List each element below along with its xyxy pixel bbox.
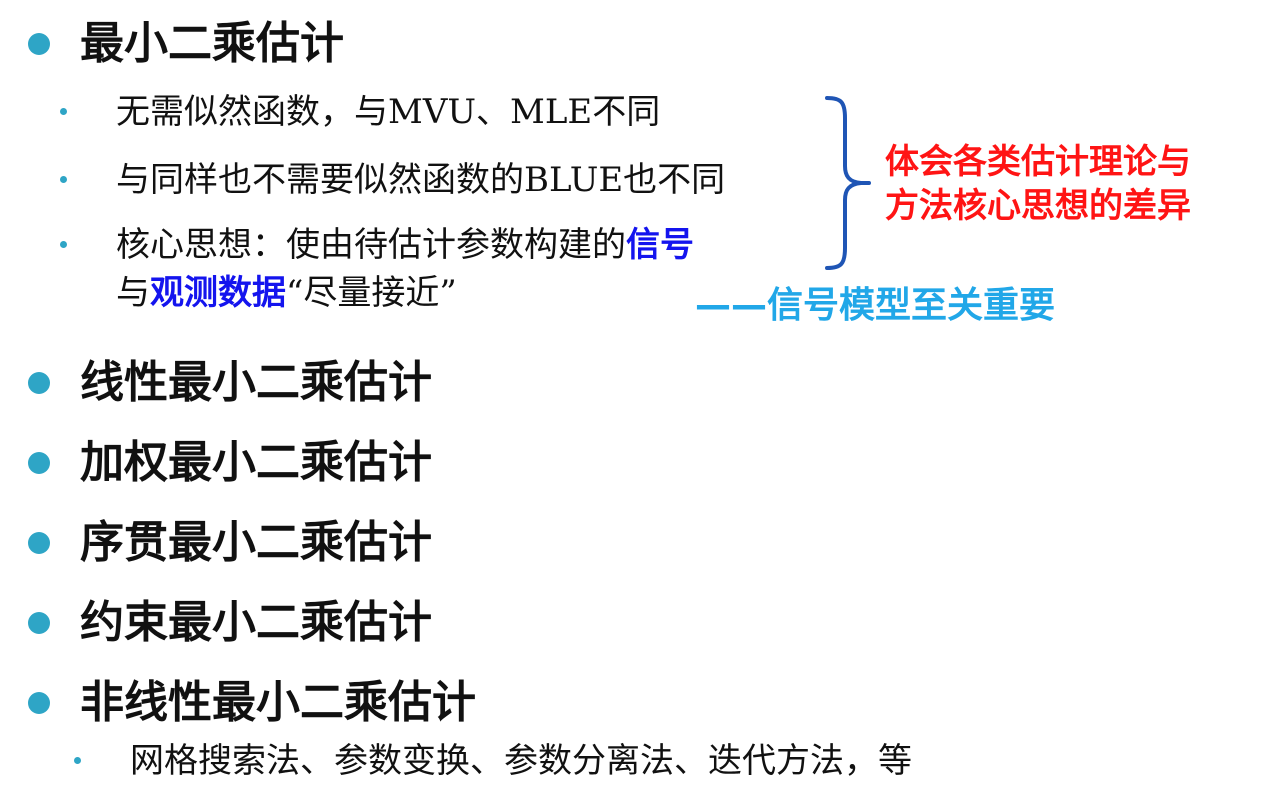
main-item-label: 非线性最小二乘估计 xyxy=(80,677,476,728)
bullet-icon xyxy=(28,452,50,474)
main-item-label: 序贯最小二乘估计 xyxy=(80,517,432,568)
main-item-linear-least-squares: 线性最小二乘估计 xyxy=(28,356,432,410)
sub-item-core-idea: 核心思想：使由待估计参数构建的信号 与观测数据“尽量接近” xyxy=(60,221,694,317)
core-idea-second-line: 与观测数据“尽量接近” xyxy=(116,269,694,317)
core-idea-prefix: 核心思想：使由待估计参数构建的 xyxy=(116,225,626,265)
difference-note-line-1: 体会各类估计理论与 xyxy=(885,142,1191,182)
sub-item-label: 无需似然函数，与MVU、MLE不同 xyxy=(116,92,661,132)
bullet-icon xyxy=(28,692,50,714)
sub-item-no-likelihood: 无需似然函数，与MVU、MLE不同 xyxy=(60,88,660,136)
bullet-icon xyxy=(60,108,67,115)
bullet-icon xyxy=(28,532,50,554)
main-item-least-squares: 最小二乘估计 xyxy=(28,17,344,71)
difference-note-line-2: 方法核心思想的差异 xyxy=(885,186,1191,226)
sub-item-blue-difference: 与同样也不需要似然函数的BLUE也不同 xyxy=(60,156,725,204)
curly-brace-icon xyxy=(825,96,871,270)
main-item-label: 最小二乘估计 xyxy=(80,18,344,69)
main-item-constrained-least-squares: 约束最小二乘估计 xyxy=(28,596,432,650)
bullet-icon xyxy=(28,612,50,634)
core-idea-suffix: “尽量接近” xyxy=(286,273,457,313)
main-item-sequential-least-squares: 序贯最小二乘估计 xyxy=(28,516,432,570)
sub-item-nonlinear-methods: 网格搜索法、参数变换、参数分离法、迭代方法，等 xyxy=(74,737,912,785)
sub-item-label: 与同样也不需要似然函数的BLUE也不同 xyxy=(116,160,726,200)
core-idea-text: 核心思想：使由待估计参数构建的信号 与观测数据“尽量接近” xyxy=(116,221,694,317)
signal-model-note: ——信号模型至关重要 xyxy=(695,285,1056,326)
bullet-icon xyxy=(28,372,50,394)
main-item-label: 约束最小二乘估计 xyxy=(80,597,432,648)
main-item-weighted-least-squares: 加权最小二乘估计 xyxy=(28,436,432,490)
core-idea-middle: 与 xyxy=(116,273,150,313)
main-item-label: 加权最小二乘估计 xyxy=(80,437,432,488)
sub-item-label: 网格搜索法、参数变换、参数分离法、迭代方法，等 xyxy=(130,741,912,781)
difference-note: 体会各类估计理论与 方法核心思想的差异 xyxy=(885,140,1255,228)
bullet-icon xyxy=(60,241,67,248)
bullet-icon xyxy=(60,176,67,183)
bullet-icon xyxy=(74,757,81,764)
signal-keyword: 信号 xyxy=(626,225,694,265)
bullet-icon xyxy=(28,33,50,55)
main-item-label: 线性最小二乘估计 xyxy=(80,357,432,408)
main-item-nonlinear-least-squares: 非线性最小二乘估计 xyxy=(28,676,476,730)
observed-data-keyword: 观测数据 xyxy=(150,273,286,313)
